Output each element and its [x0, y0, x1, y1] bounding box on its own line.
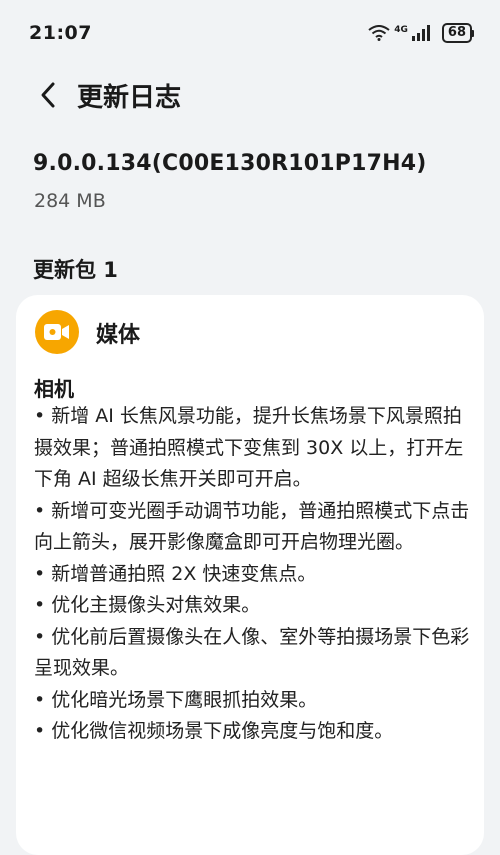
release-notes-list: • 新增 AI 长焦风景功能，提升长焦场景下风景照拍摄效果；普通拍照模式下变焦到…: [34, 401, 474, 748]
page-title: 更新日志: [77, 83, 182, 113]
release-note-item: • 优化微信视频场景下成像亮度与饱和度。: [34, 720, 394, 742]
changelog-card: 媒体 相机 • 新增 AI 长焦风景功能，提升长焦场景下风景照拍摄效果；普通拍照…: [16, 295, 484, 855]
package-title: 更新包 1: [33, 258, 118, 282]
wifi-icon: [368, 25, 390, 41]
video-camera-icon: [35, 310, 79, 354]
header: 更新日志: [0, 70, 500, 120]
battery-level: 68: [441, 23, 472, 43]
update-size: 284 MB: [34, 190, 106, 212]
version-number: 9.0.0.134(C00E130R101P17H4): [33, 151, 427, 176]
release-note-item: • 优化主摄像头对焦效果。: [34, 594, 261, 616]
release-note-item: • 新增 AI 长焦风景功能，提升长焦场景下风景照拍摄效果；普通拍照模式下变焦到…: [34, 405, 464, 490]
release-note-item: • 优化暗光场景下鹰眼抓拍效果。: [34, 688, 318, 711]
release-note-item: • 新增可变光圈手动调节功能，普通拍照模式下点击向上箭头，展开影像魔盒即可开启物…: [34, 499, 470, 554]
signal-icon: [411, 25, 432, 41]
network-type-label: 4G: [394, 24, 408, 35]
status-bar: 21:07 4G 68: [0, 0, 500, 60]
release-note-item: • 优化前后置摄像头在人像、室外等拍摄场景下色彩呈现效果。: [34, 625, 470, 680]
back-arrow-icon[interactable]: [36, 80, 62, 110]
release-note-item: • 新增普通拍照 2X 快速变焦点。: [34, 562, 317, 585]
battery-tip: [472, 29, 474, 37]
status-icons: 4G 68: [368, 23, 474, 43]
battery-icon: 68: [441, 23, 474, 43]
status-time: 21:07: [29, 22, 92, 44]
category-label: 媒体: [96, 323, 141, 348]
section-title: 相机: [34, 377, 74, 401]
